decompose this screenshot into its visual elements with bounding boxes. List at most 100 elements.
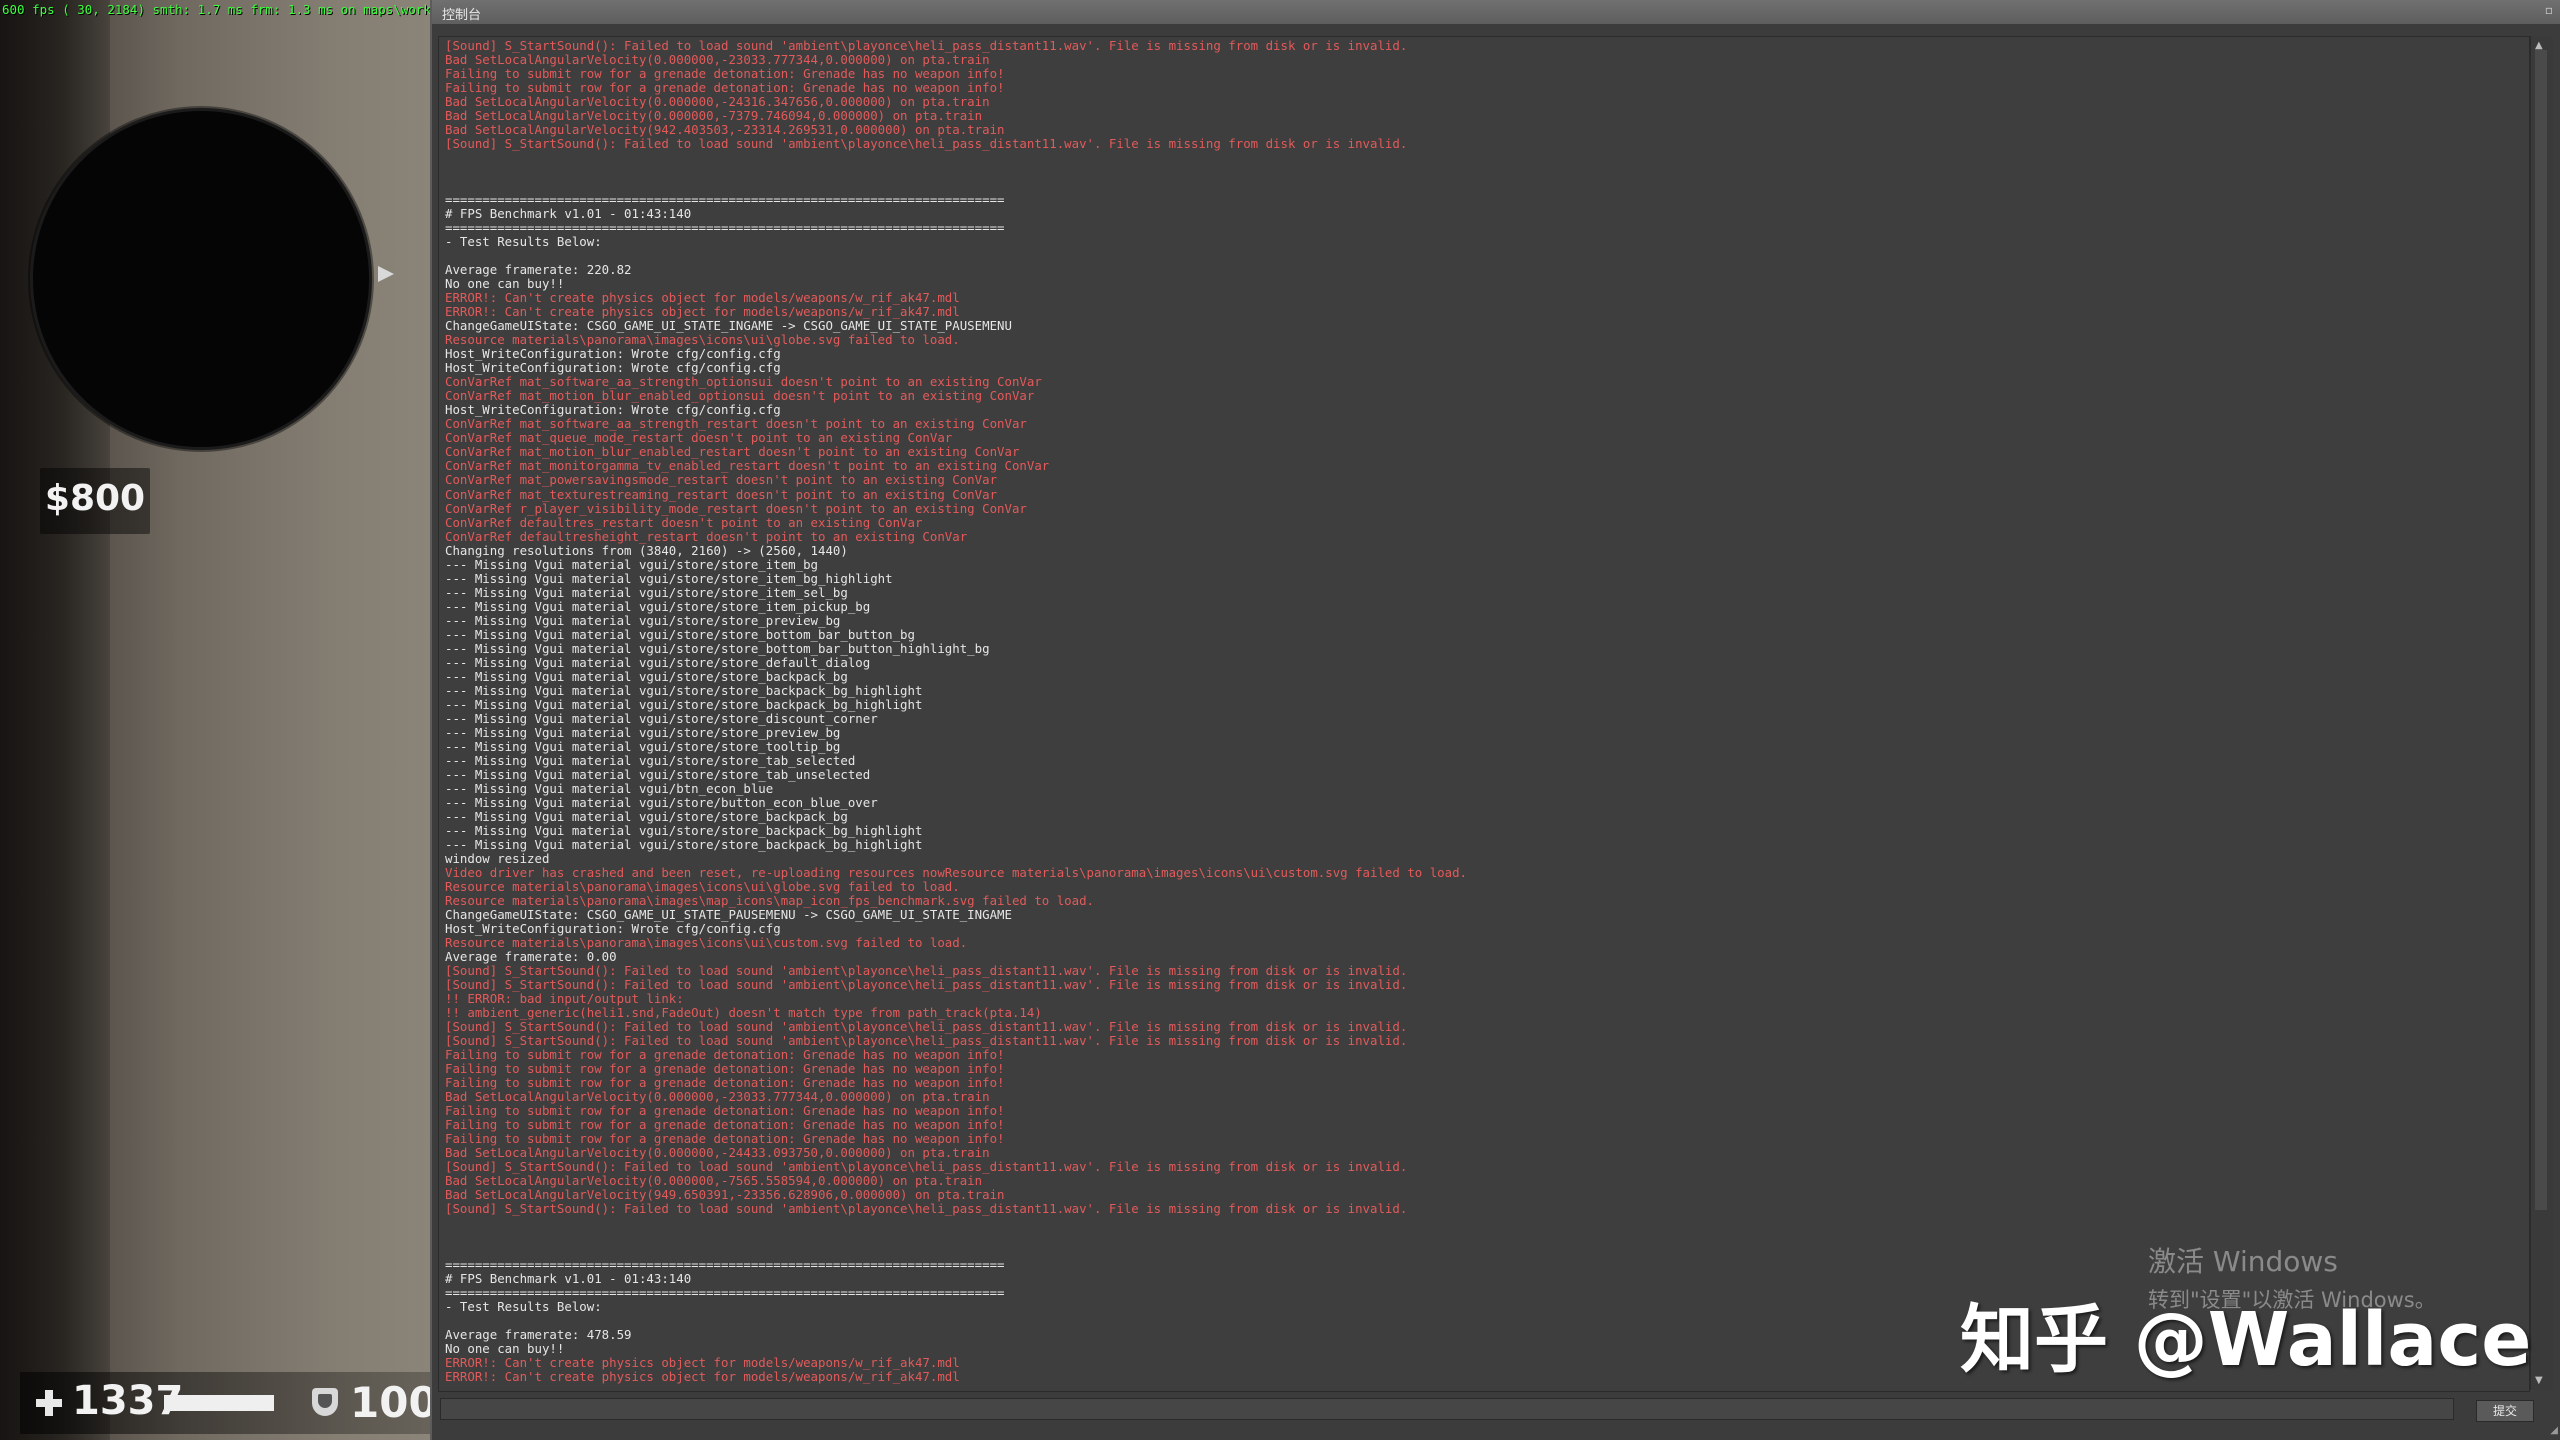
- console-line: --- Missing Vgui material vgui/store/sto…: [445, 585, 848, 600]
- console-line: Resource materials\panorama\images\icons…: [445, 936, 968, 950]
- console-line: Failing to submit row for a grenade deto…: [445, 1062, 1005, 1077]
- console-line: Bad SetLocalAngularVelocity(0.000000,-73…: [445, 109, 983, 124]
- console-line: ConVarRef mat_software_aa_strength_resta…: [445, 417, 1027, 432]
- console-line: ConVarRef defaultresheight_restart doesn…: [445, 529, 968, 544]
- console-line: ERROR!: Can't create physics object for …: [445, 291, 960, 306]
- console-line: Bad SetLocalAngularVelocity(949.650391,-…: [445, 1188, 1005, 1203]
- console-log-lines: [Sound] S_StartSound(): Failed to load s…: [445, 39, 2525, 1385]
- console-line: ConVarRef mat_texturestreaming_restart d…: [445, 487, 998, 502]
- console-line: Bad SetLocalAngularVelocity(0.000000,-23…: [445, 53, 990, 68]
- console-line: Failing to submit row for a grenade deto…: [445, 1118, 1005, 1133]
- health-cross-icon: [36, 1390, 62, 1416]
- console-line: Bad SetLocalAngularVelocity(0.000000,-23…: [445, 1090, 990, 1105]
- console-line: Bad SetLocalAngularVelocity(0.000000,-75…: [445, 1174, 983, 1189]
- console-line: No one can buy!!: [445, 277, 565, 292]
- console-line: ConVarRef mat_motion_blur_enabled_restar…: [445, 445, 1020, 460]
- console-line: --- Missing Vgui material vgui/store/sto…: [445, 669, 848, 684]
- console-line: ConVarRef defaultres_restart doesn't poi…: [445, 515, 923, 530]
- console-line: Changing resolutions from (3840, 2160) -…: [445, 543, 848, 558]
- submit-button[interactable]: 提交: [2476, 1400, 2534, 1422]
- money-value: $800: [44, 478, 146, 519]
- console-line: --- Missing Vgui material vgui/store/sto…: [445, 711, 878, 726]
- console-line: [Sound] S_StartSound(): Failed to load s…: [445, 137, 1408, 152]
- console-line: Bad SetLocalAngularVelocity(0.000000,-24…: [445, 1146, 990, 1161]
- scroll-thumb[interactable]: [2535, 50, 2547, 1210]
- console-line: --- Missing Vgui material vgui/btn_econ_…: [445, 781, 774, 796]
- console-line: Resource materials\panorama\images\map_i…: [445, 893, 1095, 908]
- health-bar-fill: [164, 1395, 274, 1411]
- console-line: [Sound] S_StartSound(): Failed to load s…: [445, 1020, 1408, 1035]
- console-line: ChangeGameUIState: CSGO_GAME_UI_STATE_PA…: [445, 907, 1012, 922]
- console-line: Bad SetLocalAngularVelocity(0.000000,-24…: [445, 95, 990, 110]
- console-line: !! ERROR: bad input/output link:: [445, 992, 684, 1007]
- console-line: Failing to submit row for a grenade deto…: [445, 81, 1005, 96]
- console-line: ConVarRef mat_monitorgamma_tv_enabled_re…: [445, 459, 1050, 474]
- console-line: Failing to submit row for a grenade deto…: [445, 1048, 1005, 1063]
- console-line: [Sound] S_StartSound(): Failed to load s…: [445, 1034, 1408, 1049]
- console-line: Average framerate: 0.00: [445, 950, 617, 965]
- console-line: Failing to submit row for a grenade deto…: [445, 67, 1005, 82]
- console-line: --- Missing Vgui material vgui/store/sto…: [445, 837, 923, 852]
- console-line: Host_WriteConfiguration: Wrote cfg/confi…: [445, 347, 781, 362]
- console-line: --- Missing Vgui material vgui/store/sto…: [445, 627, 915, 642]
- scroll-down-icon[interactable]: ▼: [2535, 1375, 2543, 1386]
- console-line: Resource materials\panorama\images\icons…: [445, 879, 960, 894]
- console-line: Host_WriteConfiguration: Wrote cfg/confi…: [445, 921, 781, 936]
- console-line: --- Missing Vgui material vgui/store/sto…: [445, 655, 871, 670]
- console-line: ConVarRef mat_powersavingsmode_restart d…: [445, 473, 998, 488]
- console-title-bar[interactable]: 控制台 ▫: [432, 0, 2560, 24]
- radar: [30, 108, 372, 450]
- console-line: Resource materials\panorama\images\icons…: [445, 333, 960, 348]
- console-line: ConVarRef mat_motion_blur_enabled_option…: [445, 389, 1035, 404]
- console-line: ConVarRef mat_software_aa_strength_optio…: [445, 375, 1042, 390]
- console-line: Failing to submit row for a grenade deto…: [445, 1104, 1005, 1119]
- console-command-input[interactable]: [440, 1398, 2454, 1420]
- console-line: --- Missing Vgui material vgui/store/sto…: [445, 823, 923, 838]
- console-line: ConVarRef mat_queue_mode_restart doesn't…: [445, 431, 953, 446]
- console-line: !! ambient_generic(heli1.snd,FadeOut) do…: [445, 1006, 1042, 1021]
- console-line: ChangeGameUIState: CSGO_GAME_UI_STATE_IN…: [445, 319, 1012, 334]
- console-line: ========================================…: [445, 193, 1005, 208]
- console-line: --- Missing Vgui material vgui/store/sto…: [445, 809, 848, 824]
- console-line: --- Missing Vgui material vgui/store/sto…: [445, 683, 923, 698]
- console-line: [Sound] S_StartSound(): Failed to load s…: [445, 39, 1408, 53]
- console-line: Failing to submit row for a grenade deto…: [445, 1076, 1005, 1091]
- console-scrollbar[interactable]: ▲ ▼: [2530, 36, 2553, 1390]
- console-line: --- Missing Vgui material vgui/store/sto…: [445, 725, 841, 740]
- console-line: --- Missing Vgui material vgui/store/but…: [445, 795, 878, 810]
- money-panel: $800: [40, 468, 150, 534]
- radar-direction-arrow-icon: [378, 266, 394, 282]
- console-line: [Sound] S_StartSound(): Failed to load s…: [445, 978, 1408, 993]
- fps-overlay: 600 fps ( 30, 2184) smth: 1.7 ms frm: 1.…: [2, 2, 430, 17]
- console-line: --- Missing Vgui material vgui/store/sto…: [445, 739, 841, 754]
- console-line: Failing to submit row for a grenade deto…: [445, 1132, 1005, 1147]
- console-line: Average framerate: 220.82: [445, 263, 632, 278]
- console-line: --- Missing Vgui material vgui/store/sto…: [445, 599, 871, 614]
- close-icon[interactable]: ▫: [2542, 3, 2556, 17]
- console-line: - Test Results Below:: [445, 235, 602, 250]
- console-line: ConVarRef r_player_visibility_mode_resta…: [445, 501, 1027, 516]
- console-line: --- Missing Vgui material vgui/store/sto…: [445, 641, 990, 656]
- windows-activation-title: 激活 Windows: [2148, 1245, 2338, 1278]
- console-line: Host_WriteConfiguration: Wrote cfg/confi…: [445, 403, 781, 418]
- console-line: [Sound] S_StartSound(): Failed to load s…: [445, 1202, 1408, 1217]
- console-line: # FPS Benchmark v1.01 - 01:43:140: [445, 207, 692, 222]
- console-line: --- Missing Vgui material vgui/store/sto…: [445, 613, 841, 628]
- console-window: 控制台 ▫ [Sound] S_StartSound(): Failed to …: [430, 0, 2560, 1440]
- resize-grip-icon[interactable]: ◢: [2550, 1425, 2558, 1436]
- armor-shield-icon: [312, 1388, 338, 1416]
- console-line: Bad SetLocalAngularVelocity(942.403503,-…: [445, 123, 1005, 138]
- console-line: Video driver has crashed and been reset,…: [445, 865, 1467, 880]
- console-line: --- Missing Vgui material vgui/store/sto…: [445, 697, 923, 712]
- console-line: [Sound] S_StartSound(): Failed to load s…: [445, 1160, 1408, 1175]
- console-line: ERROR!: Can't create physics object for …: [445, 305, 960, 320]
- console-log[interactable]: [Sound] S_StartSound(): Failed to load s…: [438, 36, 2530, 1392]
- zhihu-watermark: 知乎 @Wallace: [1960, 1297, 2532, 1383]
- health-bar: [164, 1395, 274, 1411]
- console-line: [Sound] S_StartSound(): Failed to load s…: [445, 964, 1408, 979]
- console-line: --- Missing Vgui material vgui/store/sto…: [445, 753, 856, 768]
